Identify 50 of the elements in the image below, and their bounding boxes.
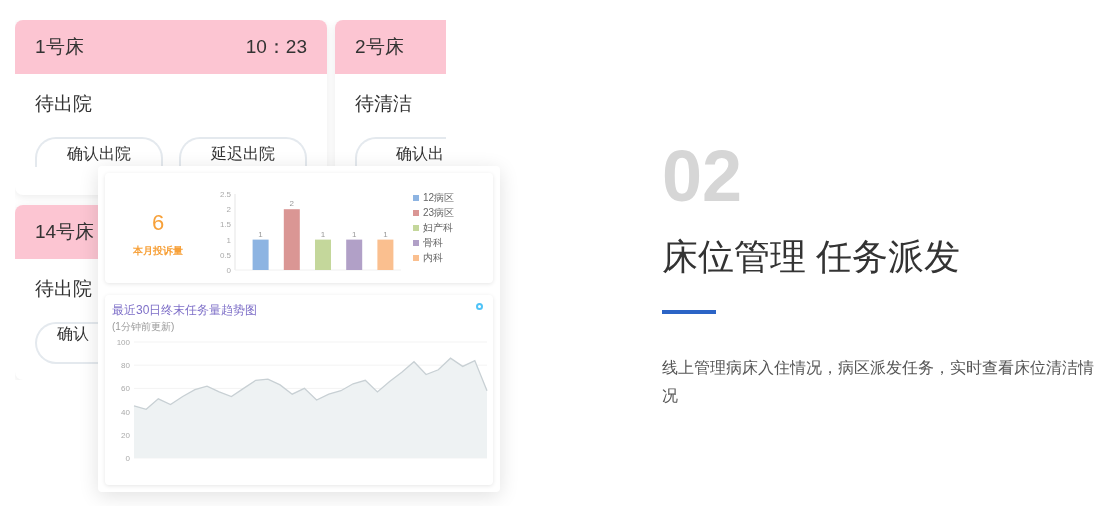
- legend-swatch-icon: [413, 254, 419, 261]
- complaint-label: 本月投诉量: [133, 244, 183, 258]
- y-tick-label: 1.5: [219, 220, 232, 230]
- bed-number: 1号床: [35, 34, 84, 59]
- feature-title: 床位管理 任务派发: [662, 235, 961, 279]
- bed-action-button[interactable]: 确认出院: [35, 136, 163, 167]
- y-tick-label: 40: [121, 407, 131, 417]
- legend-swatch-icon: [413, 239, 419, 246]
- bar: [346, 239, 363, 270]
- y-tick-label: 0: [226, 266, 232, 275]
- trend-subtitle: (1分钟前更新): [112, 320, 175, 334]
- bar: [377, 239, 394, 270]
- legend-swatch-icon: [413, 209, 419, 216]
- bed-time: 10：23: [245, 34, 307, 59]
- bed-number: 14号床: [35, 219, 95, 244]
- y-tick-label: 2: [226, 205, 232, 215]
- value-label: 2: [289, 199, 295, 209]
- legend-label: 妇产科: [423, 221, 453, 235]
- feature-description: 线上管理病床入住情况，病区派发任务，实时查看床位清洁情况: [662, 358, 1095, 406]
- value-label: 1: [351, 229, 357, 239]
- bar: [315, 239, 331, 270]
- bed-action-button[interactable]: 延迟出院: [179, 136, 307, 167]
- y-tick-label: 2.5: [219, 190, 232, 199]
- bed-number: 2号床: [355, 34, 404, 59]
- y-tick-label: 100: [116, 338, 131, 347]
- legend-label: 骨科: [423, 236, 443, 250]
- bed-status: 待清洁: [355, 92, 413, 116]
- legend-label: 12病区: [423, 191, 455, 205]
- bed-status: 待出院: [35, 277, 93, 301]
- legend-label: 内科: [423, 251, 443, 265]
- y-tick-label: 20: [121, 430, 131, 440]
- bar: [283, 209, 300, 270]
- value-label: 1: [258, 229, 263, 239]
- bed-action-button[interactable]: 确认: [35, 321, 98, 364]
- trend-title: 最近30日终末任务量趋势图: [112, 302, 258, 319]
- bed-status: 待出院: [35, 92, 93, 116]
- y-tick-label: 1: [226, 235, 232, 245]
- y-tick-label: 0.5: [219, 250, 232, 260]
- y-tick-label: 0: [125, 454, 131, 463]
- bar-chart: 0 0.5 1 1.5 2 2.5 1 2 1 1 1: [211, 186, 401, 278]
- legend-swatch-icon: [413, 224, 419, 231]
- legend-swatch-icon: [413, 194, 419, 201]
- y-tick-label: 60: [121, 384, 131, 394]
- y-tick-label: 80: [121, 361, 131, 371]
- value-label: 1: [320, 229, 326, 239]
- value-label: 1: [383, 229, 388, 239]
- bar: [252, 239, 269, 270]
- complaint-count: 6: [151, 209, 165, 237]
- bed-action-button[interactable]: 确认出: [355, 136, 446, 167]
- legend-label: 23病区: [423, 206, 455, 220]
